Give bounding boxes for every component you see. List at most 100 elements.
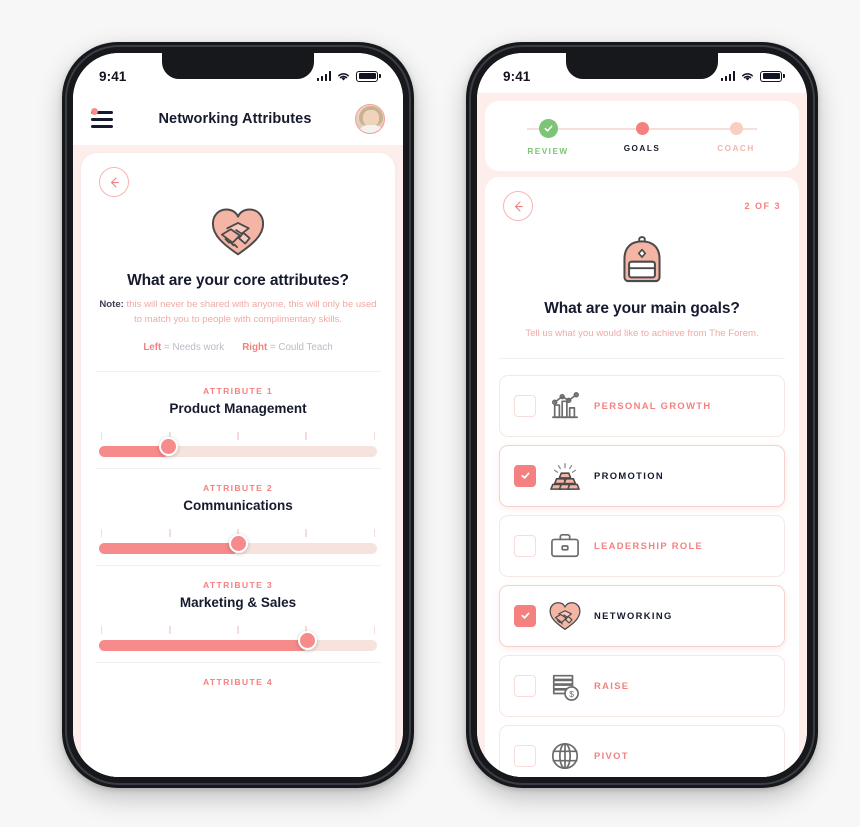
back-button[interactable] [99, 167, 129, 197]
check-icon [538, 119, 558, 138]
attribute-index-label: ATTRIBUTE 1 [202, 385, 274, 396]
attributes-list: ATTRIBUTE 1 Product Management ATTRIBUTE 2… [81, 372, 395, 693]
progress-stepper: REVIEW GOALS COACH [485, 101, 799, 156]
stepper-label: REVIEW [527, 147, 569, 156]
bar-chart-growth-icon [548, 389, 582, 423]
attribute-name: Marketing & Sales [179, 594, 297, 610]
backpack-icon [503, 231, 781, 290]
goal-option-promotion[interactable]: PROMOTION [499, 444, 785, 507]
goal-option-label: NETWORKING [594, 610, 673, 622]
goal-option-raise[interactable]: $ RAISE [499, 654, 785, 717]
attribute-slider[interactable] [99, 625, 377, 656]
progress-stepper-card: REVIEW GOALS COACH [485, 101, 799, 171]
wifi-icon [338, 72, 350, 81]
legend-right-key: Right [242, 341, 268, 353]
arrow-left-icon [514, 200, 523, 212]
legend-left: Left = Needs work [143, 342, 224, 353]
attribute-name: Communications [183, 497, 293, 513]
goal-option-label: PROMOTION [594, 470, 664, 482]
note-body: this will never be shared with anyone, t… [123, 299, 377, 325]
app-header: Networking Attributes [73, 93, 403, 145]
slider-fill [99, 542, 238, 554]
content-area: What are your core attributes? Note: thi… [73, 145, 403, 777]
notch [162, 53, 314, 79]
phone-mockup-right: 9:41 REVIEW GOALS COACH 2 OF 3 What are … [466, 42, 818, 788]
handshake-heart-icon [548, 599, 582, 633]
screen-attributes: 9:41 Networking Attributes What are your… [73, 53, 403, 777]
handshake-heart-icon [99, 205, 377, 262]
hero-section: What are your main goals? Tell us what y… [485, 221, 799, 342]
globe-icon [548, 739, 582, 773]
arrow-left-icon [110, 176, 119, 188]
avatar[interactable] [354, 104, 385, 134]
note-prefix: Note: [99, 299, 124, 310]
screenshot-stage: 9:41 Networking Attributes What are your… [0, 0, 860, 827]
legend-left-key: Left [143, 341, 162, 353]
goal-option-networking[interactable]: NETWORKING [499, 584, 785, 647]
attributes-card: What are your core attributes? Note: thi… [81, 153, 395, 777]
content-area: REVIEW GOALS COACH 2 OF 3 What are your … [477, 93, 807, 777]
goal-option-pivot[interactable]: PIVOT [499, 724, 785, 777]
stepper-label: COACH [717, 144, 755, 153]
slider-ticks [101, 431, 375, 440]
check-icon [520, 612, 530, 620]
legend-left-value: = Needs work [164, 341, 225, 353]
signal-bars-icon [720, 71, 736, 81]
gold-bars-icon [548, 459, 582, 493]
legend-right-value: = Could Teach [269, 341, 333, 353]
goals-options-list: PERSONAL GROWTH PROMOTION LEADERSHIP ROLE N… [485, 369, 799, 777]
hero-section: What are your core attributes? Note: thi… [81, 205, 395, 353]
step-counter: 2 OF 3 [744, 201, 781, 211]
battery-icon [356, 70, 381, 82]
stepper-step-review[interactable]: REVIEW [513, 119, 583, 156]
attribute-index-label: ATTRIBUTE 3 [202, 579, 274, 590]
attribute-index-label: ATTRIBUTE 2 [202, 482, 274, 493]
goal-option-personal-growth[interactable]: PERSONAL GROWTH [499, 374, 785, 437]
battery-icon [760, 70, 785, 82]
briefcase-icon [548, 529, 582, 563]
money-stack-icon: $ [548, 669, 582, 703]
signal-bars-icon [316, 71, 332, 81]
question-note: Note: this will never be shared with any… [99, 298, 377, 328]
attribute-slider[interactable] [99, 431, 377, 462]
back-button[interactable] [503, 191, 533, 221]
attribute-slider-block: ATTRIBUTE 3 Marketing & Sales [81, 566, 395, 662]
slider-ticks [101, 625, 375, 634]
dot-icon [635, 122, 649, 135]
hamburger-menu-icon[interactable] [91, 108, 115, 128]
attribute-name: Product Management [169, 400, 307, 416]
status-icons [316, 70, 381, 82]
legend-right: Right = Could Teach [242, 342, 333, 353]
goal-option-leadership-role[interactable]: LEADERSHIP ROLE [499, 514, 785, 577]
slider-handle[interactable] [228, 534, 248, 554]
wifi-icon [742, 72, 754, 81]
slider-track[interactable] [99, 445, 377, 457]
checkbox[interactable] [514, 534, 536, 557]
goal-option-label: PIVOT [594, 750, 629, 762]
goals-card: 2 OF 3 What are your main goals? Tell us… [485, 177, 799, 777]
page-title: Networking Attributes [158, 111, 312, 127]
checkbox[interactable] [514, 674, 536, 697]
status-icons [720, 70, 785, 82]
attribute-slider-block: ATTRIBUTE 4 [81, 663, 395, 693]
question-subtitle: Tell us what you would like to achieve f… [525, 328, 759, 339]
checkbox[interactable] [514, 604, 536, 627]
goal-option-label: RAISE [594, 680, 630, 692]
attribute-slider[interactable] [99, 528, 377, 559]
checkbox[interactable] [514, 464, 536, 487]
checkbox[interactable] [514, 394, 536, 417]
screen-goals: 9:41 REVIEW GOALS COACH 2 OF 3 What are … [477, 53, 807, 777]
question-title: What are your main goals? [544, 300, 740, 317]
stepper-step-goals[interactable]: GOALS [607, 119, 677, 156]
goal-option-label: LEADERSHIP ROLE [594, 540, 704, 552]
slider-fill [99, 639, 308, 651]
stepper-step-coach[interactable]: COACH [701, 119, 771, 156]
check-icon [520, 472, 530, 480]
attribute-slider-block: ATTRIBUTE 2 Communications [81, 469, 395, 565]
goal-option-label: PERSONAL GROWTH [594, 400, 712, 412]
attribute-slider-block: ATTRIBUTE 1 Product Management [81, 372, 395, 468]
slider-track[interactable] [99, 639, 377, 651]
checkbox[interactable] [514, 744, 536, 767]
goals-card-header: 2 OF 3 [485, 177, 799, 221]
stepper-label: GOALS [623, 144, 661, 153]
